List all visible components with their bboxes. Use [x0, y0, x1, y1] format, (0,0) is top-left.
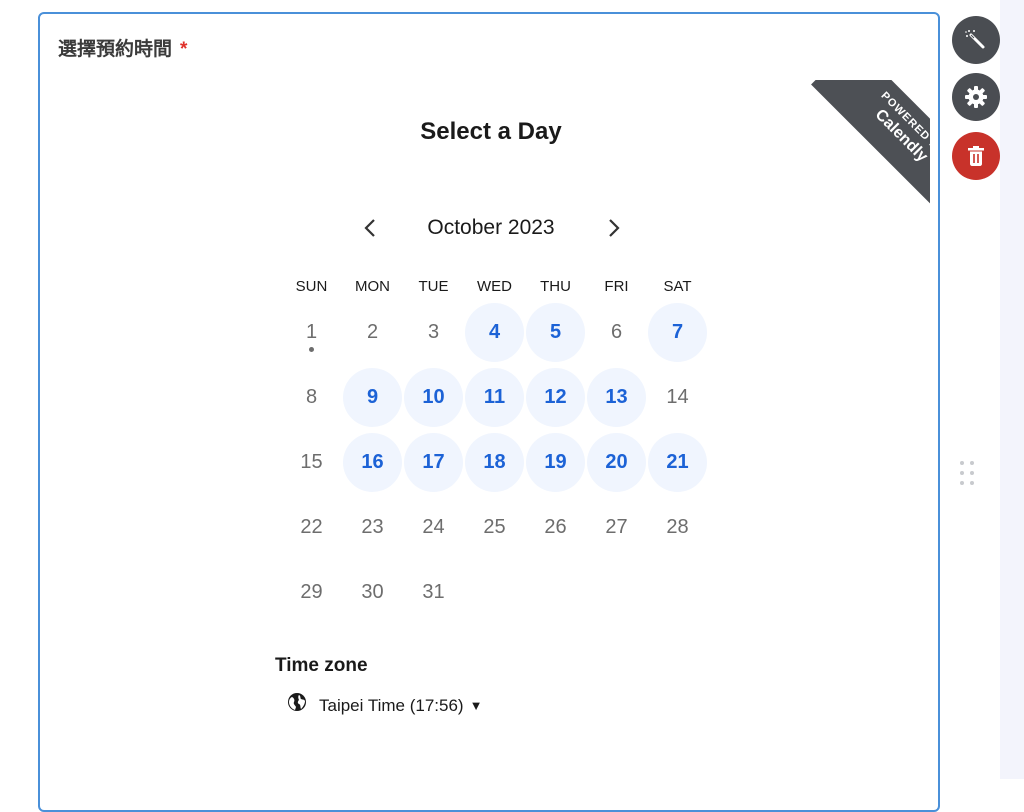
- globe-icon: [287, 692, 307, 721]
- delete-button[interactable]: [952, 132, 1000, 180]
- drag-dot: [970, 461, 974, 465]
- weekday-wed: WED: [477, 278, 512, 295]
- field-label-text: 選擇預約時間: [58, 39, 173, 60]
- drag-dot: [960, 481, 964, 485]
- month-navigation: October 2023: [340, 212, 640, 244]
- day-8: 8: [305, 386, 318, 408]
- day-7[interactable]: 7: [648, 303, 707, 362]
- trash-icon: [968, 146, 984, 166]
- day-4[interactable]: 4: [465, 303, 524, 362]
- day-17[interactable]: 17: [404, 433, 463, 492]
- today-indicator: [309, 347, 314, 352]
- weekday-header: SUN MON TUE WED THU FRI SAT: [281, 278, 708, 298]
- day-24: 24: [422, 516, 445, 538]
- day-28: 28: [666, 516, 689, 538]
- day-22: 22: [300, 516, 323, 538]
- day-25: 25: [483, 516, 506, 538]
- required-asterisk: *: [180, 39, 188, 60]
- day-10[interactable]: 10: [404, 368, 463, 427]
- calendar-title: Select a Day: [420, 118, 562, 145]
- previous-month-button[interactable]: [354, 212, 386, 244]
- day-30: 30: [361, 581, 384, 603]
- chevron-right-icon: [609, 219, 620, 237]
- timezone-value: Taipei Time (17:56): [319, 696, 464, 715]
- day-6: 6: [610, 321, 623, 343]
- day-27: 27: [605, 516, 628, 538]
- magic-wand-icon: [965, 30, 985, 49]
- day-3: 3: [427, 321, 440, 343]
- caret-down-icon: ▼: [469, 698, 483, 713]
- day-13[interactable]: 13: [587, 368, 646, 427]
- drag-dot: [970, 481, 974, 485]
- right-rail: [1000, 0, 1024, 779]
- day-16[interactable]: 16: [343, 433, 402, 492]
- day-12[interactable]: 12: [526, 368, 585, 427]
- calendar-grid: 1 2 3 4 5 6 7 8 9 10 11 12 13 14 15 16 17 18 19 20 21 22 23 24 2…: [281, 303, 708, 633]
- day-29: 29: [300, 581, 323, 603]
- field-label: 選擇預約時間 *: [58, 34, 187, 61]
- chevron-left-icon: [364, 219, 375, 237]
- day-31: 31: [422, 581, 445, 603]
- weekday-mon: MON: [355, 278, 390, 295]
- day-26: 26: [544, 516, 567, 538]
- day-2: 2: [366, 321, 379, 343]
- weekday-sat: SAT: [663, 278, 692, 295]
- day-21[interactable]: 21: [648, 433, 707, 492]
- day-9[interactable]: 9: [343, 368, 402, 427]
- powered-by-ribbon[interactable]: POWERED BY Calendly: [793, 80, 930, 217]
- day-23: 23: [361, 516, 384, 538]
- drag-handle[interactable]: [960, 461, 978, 491]
- weekday-fri: FRI: [604, 278, 629, 295]
- drag-dot: [960, 471, 964, 475]
- magic-wand-button[interactable]: [952, 16, 1000, 64]
- day-1: 1: [282, 303, 341, 362]
- day-11[interactable]: 11: [465, 368, 524, 427]
- timezone-select[interactable]: Taipei Time (17:56) ▼: [287, 692, 482, 720]
- weekday-tue: TUE: [418, 278, 449, 295]
- drag-dot: [960, 461, 964, 465]
- day-20[interactable]: 20: [587, 433, 646, 492]
- day-18[interactable]: 18: [465, 433, 524, 492]
- day-15: 15: [300, 451, 323, 473]
- day-19[interactable]: 19: [526, 433, 585, 492]
- gear-icon: [965, 86, 987, 108]
- timezone-heading: Time zone: [275, 655, 368, 676]
- calendly-form-field[interactable]: 選擇預約時間 * POWERED BY Calendly Select a Day…: [38, 12, 974, 812]
- weekday-sun: SUN: [295, 278, 328, 295]
- day-5[interactable]: 5: [526, 303, 585, 362]
- drag-dot: [970, 471, 974, 475]
- ribbon-banner[interactable]: POWERED BY Calendly: [811, 80, 930, 217]
- ribbon-line2: Calendly: [871, 106, 930, 166]
- day-14: 14: [666, 386, 689, 408]
- settings-button[interactable]: [952, 73, 1000, 121]
- weekday-thu: THU: [540, 278, 571, 295]
- next-month-button[interactable]: [598, 212, 630, 244]
